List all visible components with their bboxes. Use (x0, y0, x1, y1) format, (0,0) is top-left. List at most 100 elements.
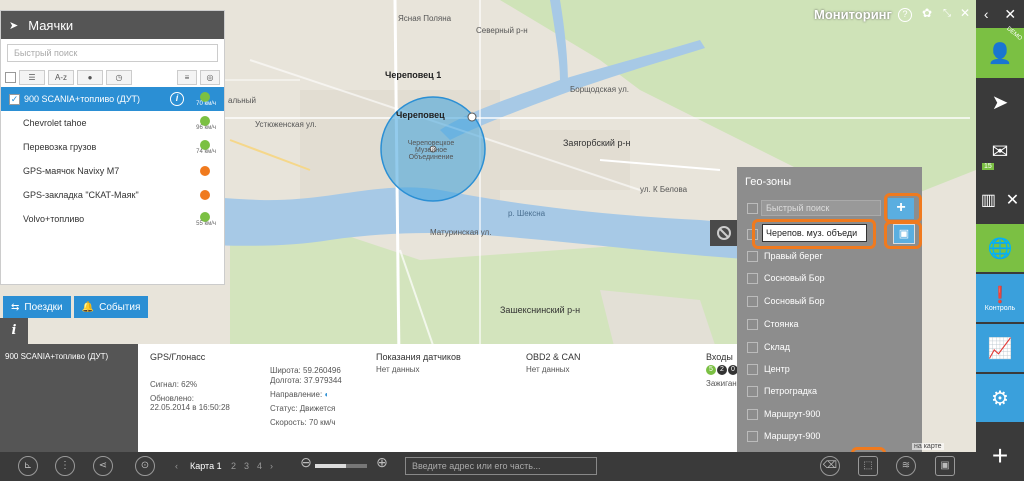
map-page[interactable]: 2 (231, 461, 236, 471)
geozone-checkbox[interactable] (747, 250, 758, 262)
zoom-out-icon[interactable]: ⊖ (296, 454, 316, 474)
vehicle-name: 900 SCANIA+топливо (ДУТ) (24, 94, 141, 104)
geozone-item[interactable]: Маршрут-900 (747, 428, 820, 444)
sort-az-button[interactable]: A-z (48, 69, 74, 85)
geozone-checkbox[interactable] (747, 295, 758, 307)
geozone-checkbox[interactable] (747, 341, 758, 353)
share-icon[interactable]: ⋖ (93, 456, 113, 476)
geozone-item[interactable]: Стоянка (747, 316, 799, 332)
geozones-button[interactable]: 🌐 (976, 224, 1024, 272)
fullscreen-icon[interactable]: ▣ (935, 456, 955, 476)
target-button[interactable]: ◎ (200, 69, 220, 85)
geozone-checkbox[interactable] (747, 318, 758, 330)
mail-count-badge: 15 (982, 163, 994, 170)
chevron-left-icon[interactable]: ‹ (175, 461, 178, 471)
geozone-checkbox[interactable] (747, 272, 758, 284)
profile-button[interactable]: 👤 DEMO (976, 26, 1024, 78)
vehicle-row[interactable]: ✓ 900 SCANIA+топливо (ДУТ) i 70 км/ч (1, 87, 224, 111)
trips-button[interactable]: ⇆ Поездки (3, 296, 71, 318)
close-icon[interactable]: ✕ (1006, 190, 1019, 210)
status-dot (200, 166, 210, 176)
geozone-checkbox[interactable] (747, 385, 758, 397)
control-button[interactable]: ❗ Контроль (976, 274, 1024, 322)
vehicle-row[interactable]: GPS-маячок Navixy M7 (1, 159, 224, 183)
vehicle-name: GPS-маячок Navixy M7 (23, 166, 120, 176)
map-copyright: на карте (912, 443, 944, 450)
geozone-checkbox[interactable] (747, 363, 758, 375)
list-view-button[interactable]: ☰ (19, 69, 45, 85)
map-label: Череповец (396, 110, 445, 120)
map-label: альный (228, 96, 256, 105)
map-page[interactable]: 4 (257, 461, 262, 471)
info-icon[interactable]: i (170, 92, 184, 106)
traffic-light-icon[interactable]: ⋮ (55, 456, 75, 476)
obd-section: OBD2 & CAN Нет данных (526, 352, 666, 379)
map-label: р. Шексна (508, 209, 546, 218)
geozones-select-all[interactable] (747, 203, 758, 214)
panel-controls: ▥ ✕ (976, 180, 1024, 220)
geozone-item[interactable]: Центр (747, 361, 790, 377)
geozone-item[interactable]: Сосновый Бор (747, 293, 825, 309)
draw-zone-icon[interactable]: ⬚ (858, 456, 878, 476)
vehicle-row[interactable]: Перевозка грузов 74 км/ч (1, 135, 224, 159)
zoom-in-icon[interactable]: ⊕ (372, 454, 392, 474)
map-page[interactable]: 3 (244, 461, 249, 471)
beacons-panel: ➤ Маячки Быстрый поиск ☰ A-z ● ◷ ≡ ◎ ✓ 9… (0, 10, 225, 285)
close-icon[interactable]: ✕ (1004, 6, 1016, 23)
info-toggle-button[interactable]: i (0, 318, 28, 344)
status-filter-button[interactable]: ● (77, 69, 103, 85)
vehicle-speed: 96 км/ч (196, 125, 216, 131)
geozone-checkbox[interactable] (747, 408, 758, 420)
arrow-icon: ➤ (991, 91, 1009, 114)
gear-icon[interactable]: ✿ (920, 7, 934, 22)
settings-button[interactable]: ⚙ (976, 374, 1024, 422)
geozone-item[interactable]: Правый берег (747, 248, 823, 264)
close-icon[interactable]: ✕ (958, 7, 972, 22)
direction-label: Направление: (270, 390, 323, 399)
geozone-name: Сосновый Бор (764, 296, 825, 306)
address-search-input[interactable]: Введите адрес или его часть... (405, 457, 597, 475)
map-tab-active[interactable]: Карта 1 (190, 461, 222, 471)
chevron-right-icon[interactable]: › (270, 461, 273, 471)
collapse-icon[interactable]: ⤡ (940, 8, 954, 22)
geozone-item[interactable]: Петроградка (747, 383, 817, 399)
control-label: Контроль (984, 304, 1016, 312)
layers-icon[interactable]: ≋ (896, 456, 916, 476)
messages-button[interactable]: ✉ 15 (976, 128, 1024, 174)
layout-icon[interactable]: ▥ (981, 190, 996, 210)
vehicle-row[interactable]: Chevrolet tahoe 96 км/ч (1, 111, 224, 135)
geozones-title: Гео-зоны (745, 176, 792, 188)
select-all-checkbox[interactable] (5, 71, 16, 83)
sensors-value: Нет данных (376, 365, 420, 374)
geozone-name: Центр (764, 364, 790, 374)
geozone-item[interactable]: Склад (747, 339, 790, 355)
longitude: Долгота: 37.979344 (270, 376, 342, 385)
gears-icon: ⚙ (991, 387, 1009, 410)
zoom-slider[interactable] (315, 464, 367, 468)
beacons-search-input[interactable]: Быстрый поиск (7, 44, 218, 62)
geozones-search-input[interactable]: Быстрый поиск (761, 200, 881, 216)
help-icon[interactable]: ? (898, 8, 912, 22)
map-label: Северный р-н (476, 26, 528, 35)
geozone-checkbox[interactable] (747, 430, 758, 442)
eraser-icon[interactable]: ⌫ (820, 456, 840, 476)
chevron-left-icon[interactable]: ‹ (984, 6, 989, 22)
geozone-item[interactable]: Маршрут-900 (747, 406, 820, 422)
charts-button[interactable]: 📈 (976, 324, 1024, 372)
vehicle-row[interactable]: Volvo+топливо 55 км/ч (1, 207, 224, 231)
vehicle-checkbox[interactable]: ✓ (9, 93, 20, 105)
input-badge: 2 (717, 365, 727, 375)
map-pin-icon[interactable]: ⊙ (135, 456, 155, 476)
map-label: Череповецкое Музейное Объединение (407, 140, 455, 161)
geozone-item[interactable]: Сосновый Бор (747, 270, 825, 286)
cancel-edit-button[interactable] (710, 220, 737, 246)
settings-sliders-button[interactable]: ≡ (177, 69, 197, 85)
add-button[interactable]: + (976, 434, 1024, 478)
ruler-icon[interactable]: ⊾ (18, 456, 38, 476)
highlight-save-button (884, 221, 922, 249)
navigation-button[interactable]: ➤ (976, 80, 1024, 124)
events-button[interactable]: 🔔 События (73, 296, 149, 318)
speed-filter-button[interactable]: ◷ (106, 69, 132, 85)
vehicle-row[interactable]: GPS-закладка "СКАТ-Маяк" (1, 183, 224, 207)
beacons-header: ➤ Маячки (1, 11, 224, 39)
